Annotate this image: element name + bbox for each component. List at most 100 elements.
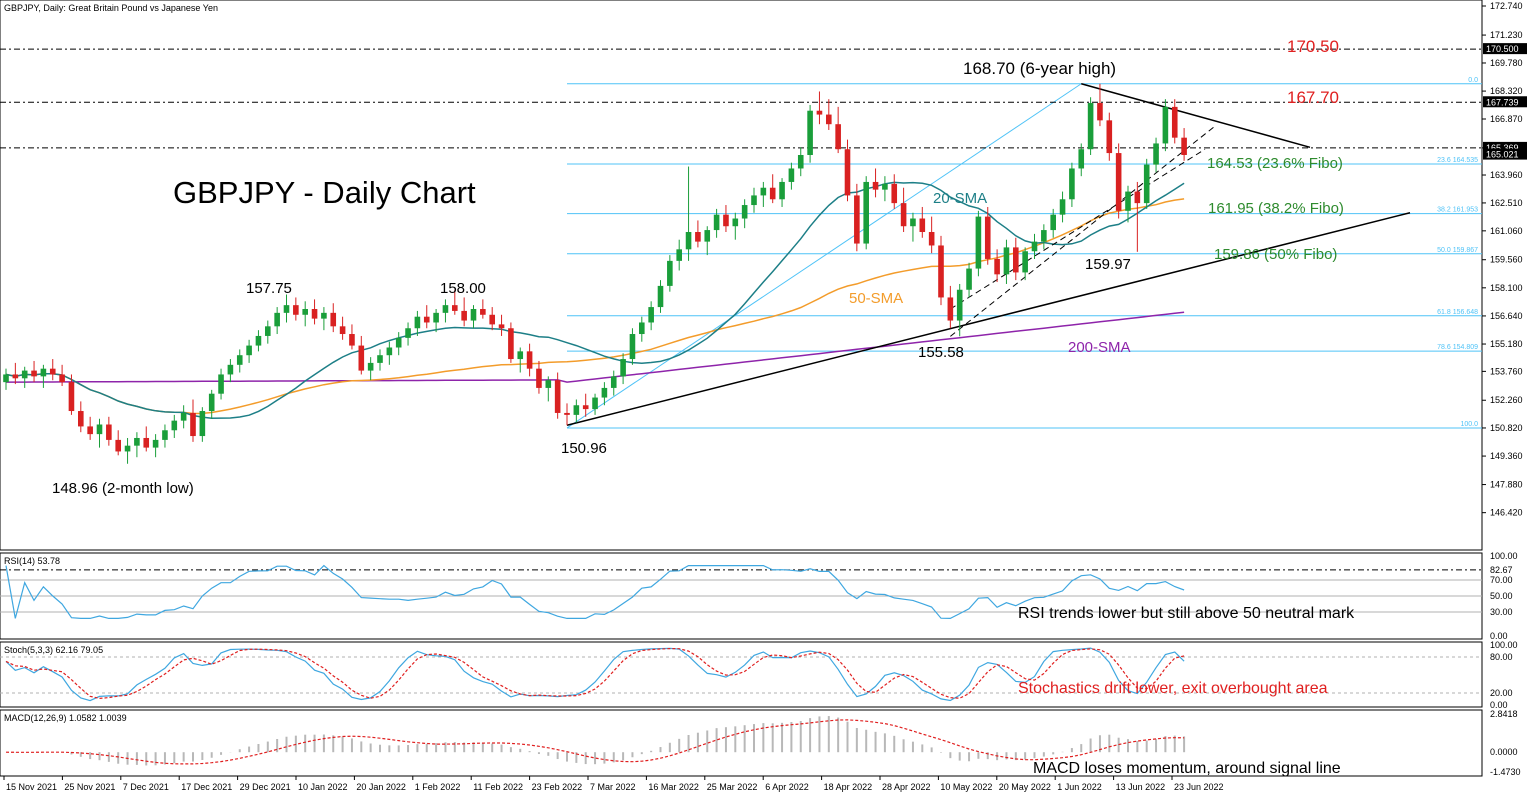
chart-window: 0.0 23.6 164.535 38.2 161.953 50.0 159.867 6… (0, 0, 1536, 795)
candle-body (956, 289, 963, 321)
price-tick-label: 169.780 (1490, 58, 1523, 68)
candle-body (78, 411, 84, 427)
candle-body (1022, 251, 1028, 273)
candle-body (554, 380, 561, 413)
candle-body (545, 380, 552, 388)
candle-body (975, 216, 982, 269)
chart-canvas[interactable]: 0.0 23.6 164.535 38.2 161.953 50.0 159.867 6… (0, 0, 1536, 795)
candle-body (489, 314, 495, 325)
x-tick-label: 20 Jan 2022 (356, 782, 406, 792)
candle-body (1143, 164, 1150, 204)
candle-body (667, 260, 673, 286)
chart-annotation: 168.70 (6-year high) (963, 59, 1116, 78)
stoch-header: Stoch(5,3,3) 62.16 79.05 (4, 645, 103, 655)
x-tick-label: 7 Mar 2022 (590, 782, 636, 792)
candle-body (872, 181, 879, 190)
x-tick-label: 7 Dec 2021 (123, 782, 169, 792)
candle-body (49, 368, 56, 375)
x-tick-label: 20 May 2022 (999, 782, 1051, 792)
stoch-panel[interactable] (0, 641, 1483, 708)
fib-level-label: 23.6 164.535 (1437, 157, 1478, 164)
rsi-note: RSI trends lower but still above 50 neut… (1018, 605, 1355, 622)
candle-body (218, 374, 224, 394)
candle-body (330, 312, 337, 327)
candle-body (582, 405, 589, 410)
price-tick-label: 166.870 (1490, 114, 1523, 124)
candle-body (171, 420, 178, 431)
candle-body (1171, 106, 1178, 138)
candle-body (620, 359, 626, 377)
price-tick-label: 161.060 (1490, 226, 1523, 236)
candle-body (657, 285, 664, 308)
candle-body (31, 370, 37, 377)
chart-annotation: 159.86 (50% Fibo) (1214, 246, 1337, 263)
candle-body (283, 305, 290, 313)
rsi-tick-label: 30.00 (1490, 607, 1513, 617)
candle-body (470, 308, 477, 321)
candle-body (797, 154, 804, 169)
price-tick-label: 172.740 (1490, 1, 1523, 11)
candle-body (180, 412, 187, 421)
level-tag-label: 170.500 (1486, 44, 1519, 54)
x-tick-label: 13 Jun 2022 (1116, 782, 1166, 792)
price-tick-label: 156.640 (1490, 311, 1523, 321)
chart-annotation: 20-SMA (933, 190, 987, 207)
stoch-tick-label: 100.00 (1490, 640, 1518, 650)
candle-body (367, 362, 374, 371)
candle-body (1115, 153, 1122, 211)
candle-body (900, 203, 907, 227)
candle-body (1087, 103, 1094, 150)
x-tick-label: 28 Apr 2022 (882, 782, 931, 792)
x-tick-label: 18 Apr 2022 (824, 782, 873, 792)
candle-body (96, 424, 103, 435)
x-tick-label: 16 Mar 2022 (648, 782, 699, 792)
candle-body (741, 205, 748, 219)
price-tick-label: 168.320 (1490, 86, 1523, 96)
candle-body (835, 124, 841, 150)
fib-level-label: 61.8 156.648 (1437, 309, 1478, 316)
candle-body (676, 249, 682, 261)
candle-body (246, 345, 252, 356)
price-tick-label: 158.100 (1490, 283, 1523, 293)
candle-body (274, 312, 280, 327)
macd-tick-label: 2.8418 (1490, 709, 1518, 719)
candle-body (152, 439, 159, 448)
candle-body (592, 397, 598, 410)
fib-level-label: 78.6 154.809 (1437, 344, 1478, 351)
x-tick-label: 23 Feb 2022 (532, 782, 583, 792)
candle-body (788, 168, 795, 182)
candle-body (1013, 247, 1019, 273)
fib-level-label: 0.0 (1468, 77, 1478, 84)
candle-body (1059, 199, 1066, 215)
candle-body (695, 231, 701, 242)
stoch-tick-label: 20.00 (1490, 688, 1513, 698)
x-tick-label: 23 Jun 2022 (1174, 782, 1224, 792)
chart-annotation: 200-SMA (1068, 339, 1131, 356)
x-tick-label: 25 Nov 2021 (64, 782, 115, 792)
price-tick-label: 159.560 (1490, 255, 1523, 265)
candle-body (377, 355, 383, 363)
price-panel[interactable] (0, 0, 1483, 551)
candle-body (59, 374, 65, 383)
candle-body (1031, 241, 1038, 252)
candle-body (461, 310, 467, 321)
chart-annotation: 50-SMA (849, 290, 903, 307)
x-tick-label: 1 Jun 2022 (1057, 782, 1102, 792)
candle-body (536, 368, 542, 388)
price-tick-label: 153.760 (1490, 366, 1523, 376)
rsi-header: RSI(14) 53.78 (4, 556, 60, 566)
candle-body (938, 245, 944, 298)
x-tick-label: 10 Jan 2022 (298, 782, 348, 792)
candle-body (1050, 214, 1056, 231)
candle-body (910, 218, 916, 227)
candle-body (124, 445, 131, 452)
chart-title: GBPJPY - Daily Chart (173, 175, 476, 210)
candle-body (302, 308, 308, 315)
candle-body (480, 308, 486, 315)
candle-body (12, 374, 19, 379)
candle-body (947, 297, 954, 321)
candle-body (106, 424, 112, 440)
chart-annotation: 170.50 (1287, 37, 1339, 56)
candle-body (227, 364, 234, 375)
chart-annotation: 161.95 (38.2% Fibo) (1208, 200, 1344, 217)
